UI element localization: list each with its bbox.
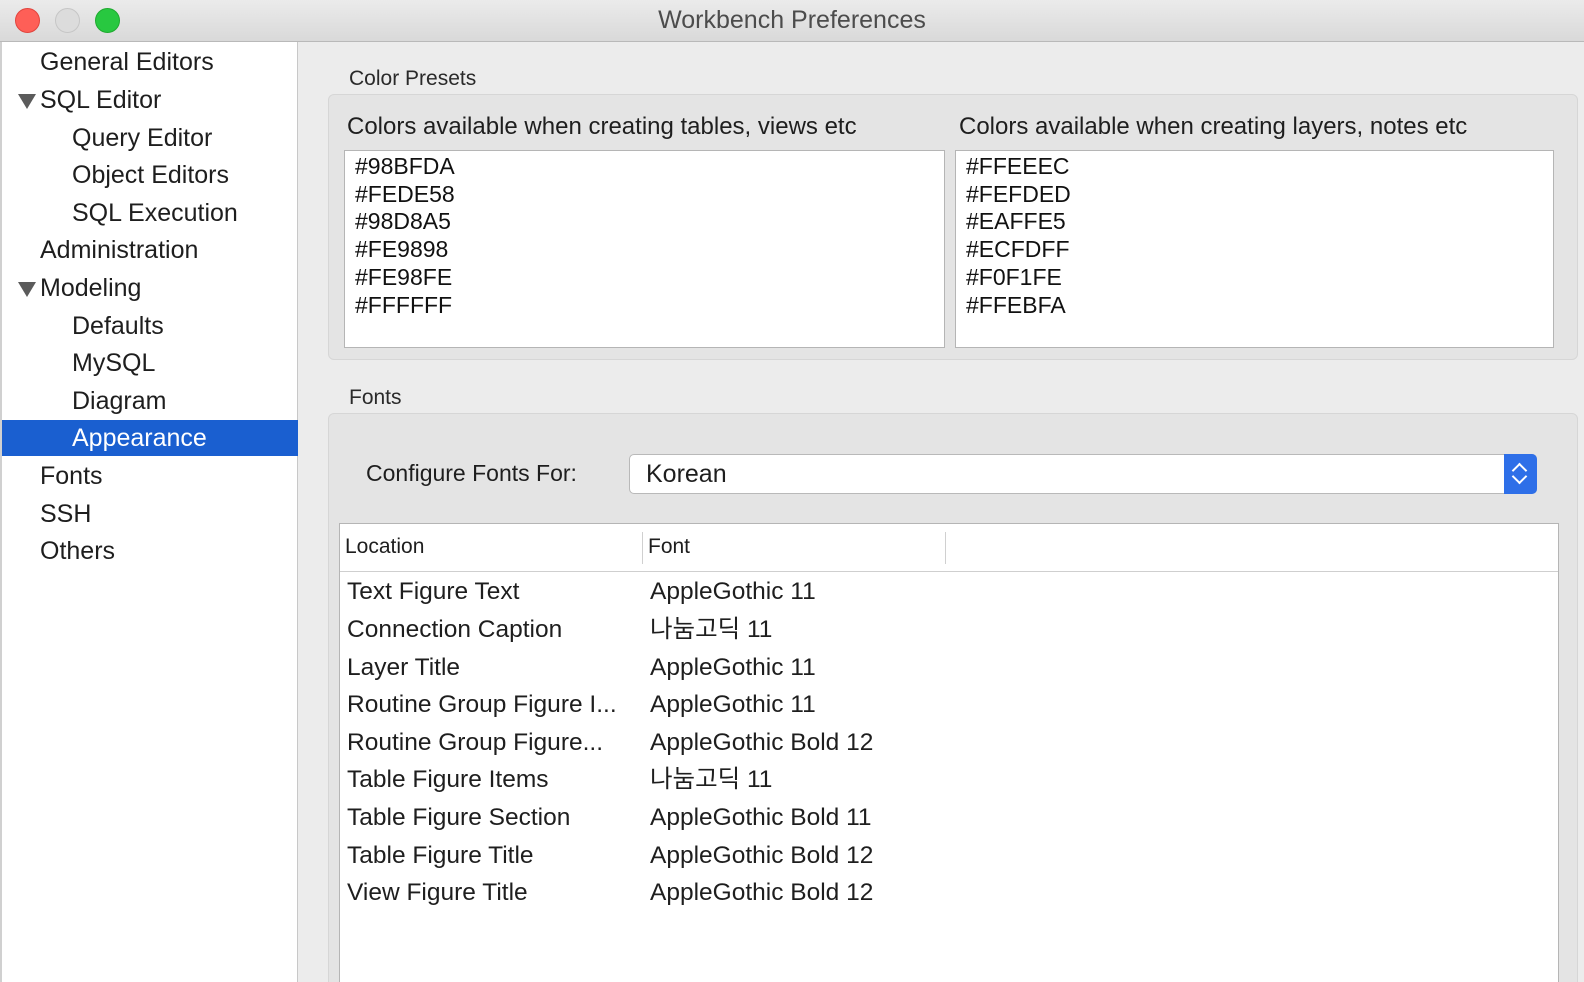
table-row[interactable]: Routine Group Figure... AppleGothic Bold… [340,724,1558,762]
color-entry: #FFFFFF [355,291,453,318]
sidebar-item-label: Modeling [40,274,142,302]
column-header-font[interactable]: Font [643,524,945,572]
sidebar-item-defaults[interactable]: Defaults [2,308,298,344]
layers-colors-label: Colors available when creating layers, n… [959,113,1468,140]
table-row[interactable]: Table Figure Section AppleGothic Bold 11 [340,799,1558,837]
sidebar-item-appearance[interactable]: Appearance [2,420,298,456]
row-location: Routine Group Figure... [347,729,604,756]
sidebar-item-fonts[interactable]: Fonts [2,458,298,494]
table-row[interactable]: Text Figure Text AppleGothic 11 [340,573,1558,611]
sidebar-item-label: MySQL [72,349,156,377]
sidebar-item-ssh[interactable]: SSH [2,496,298,532]
configure-fonts-value: Korean [646,460,727,488]
table-row[interactable]: Routine Group Figure I... AppleGothic 11 [340,686,1558,724]
color-presets-group: Colors available when creating tables, v… [328,94,1578,360]
table-row[interactable]: Table Figure Items 나눔고딕 11 [340,761,1558,799]
preferences-sidebar: General Editors SQL Editor Query Editor … [0,42,298,982]
configure-fonts-select[interactable]: Korean [629,454,1537,494]
sidebar-item-label: Defaults [72,312,164,340]
table-row[interactable]: View Figure Title AppleGothic Bold 12 [340,874,1558,912]
color-entry: #F0F1FE [966,263,1062,290]
row-location: Table Figure Title [347,842,534,869]
preferences-content: Color Presets Colors available when crea… [298,42,1584,982]
color-entry: #FFEBFA [966,291,1066,318]
color-entry: #FFEEEC [966,153,1070,179]
table-row[interactable]: Table Figure Title AppleGothic Bold 12 [340,837,1558,875]
row-font: AppleGothic 11 [650,578,816,605]
sidebar-item-others[interactable]: Others [2,533,298,569]
sidebar-item-sql-editor[interactable]: SQL Editor [2,82,298,118]
fonts-table[interactable]: Location Font Text Figure Text AppleGoth… [339,523,1559,982]
row-location: Layer Title [347,654,461,681]
row-font: 나눔고딕 11 [650,616,773,643]
color-presets-title: Color Presets [349,67,477,90]
row-location: Table Figure Section [347,804,571,831]
sidebar-item-label: Administration [40,236,199,264]
configure-fonts-label: Configure Fonts For: [366,460,577,486]
sidebar-item-diagram[interactable]: Diagram [2,383,298,419]
row-font: AppleGothic 11 [650,654,816,681]
color-entry: #98D8A5 [355,208,451,235]
disclosure-triangle-icon[interactable] [18,282,36,297]
column-header-location[interactable]: Location [340,524,642,572]
color-entry: #FEFDED [966,180,1071,207]
row-font: AppleGothic Bold 12 [650,879,874,906]
sidebar-item-label: Appearance [72,424,207,452]
row-location: Routine Group Figure I... [347,691,617,718]
row-font: AppleGothic Bold 11 [650,804,872,831]
row-font: AppleGothic 11 [650,691,816,718]
sidebar-item-query-editor[interactable]: Query Editor [2,120,298,156]
sidebar-item-label: General Editors [40,48,214,76]
sidebar-item-label: SQL Editor [40,86,162,114]
color-entry: #FEDE58 [355,180,455,207]
sidebar-item-label: SQL Execution [72,199,238,227]
row-location: View Figure Title [347,879,528,906]
color-entry: #98BFDA [355,153,455,179]
sidebar-item-label: SSH [40,500,92,528]
fonts-title: Fonts [349,386,402,409]
row-font: AppleGothic Bold 12 [650,842,874,869]
sidebar-item-label: Diagram [72,387,167,415]
table-row[interactable]: Layer Title AppleGothic 11 [340,649,1558,687]
sidebar-item-mysql[interactable]: MySQL [2,345,298,381]
sidebar-item-sql-execution[interactable]: SQL Execution [2,195,298,231]
sidebar-item-label: Object Editors [72,161,230,189]
sidebar-item-general-editors[interactable]: General Editors [2,44,298,80]
fonts-group: Configure Fonts For: Korean Location Fon… [328,413,1578,982]
sidebar-item-administration[interactable]: Administration [2,232,298,268]
color-entry: #ECFDFF [966,236,1070,263]
color-entry: #EAFFE5 [966,208,1066,235]
title-bar: Workbench Preferences [0,0,1584,42]
color-entry: #FE98FE [355,263,453,290]
disclosure-triangle-icon[interactable] [18,94,36,109]
layers-colors-textarea[interactable]: #FFEEEC #FEFDED #EAFFE5 #ECFDFF #F0F1FE … [955,150,1554,348]
window-title: Workbench Preferences [658,6,926,34]
table-row[interactable]: Connection Caption 나눔고딕 11 [340,611,1558,649]
column-divider[interactable] [945,532,946,564]
row-font: AppleGothic Bold 12 [650,729,874,756]
row-location: Text Figure Text [347,578,520,605]
sidebar-item-label: Query Editor [72,124,213,152]
tables-colors-label: Colors available when creating tables, v… [347,113,857,140]
fonts-table-header: Location Font [340,524,1558,572]
color-entry: #FE9898 [355,236,449,263]
row-location: Table Figure Items [347,766,549,793]
sidebar-item-label: Fonts [40,462,103,490]
tables-colors-textarea[interactable]: #98BFDA #FEDE58 #98D8A5 #FE9898 #FE98FE … [344,150,945,348]
select-stepper-icon[interactable] [1504,454,1537,494]
sidebar-item-object-editors[interactable]: Object Editors [2,157,298,193]
sidebar-item-modeling[interactable]: Modeling [2,270,298,306]
sidebar-item-label: Others [40,537,116,565]
row-font: 나눔고딕 11 [650,766,773,793]
row-location: Connection Caption [347,616,563,643]
